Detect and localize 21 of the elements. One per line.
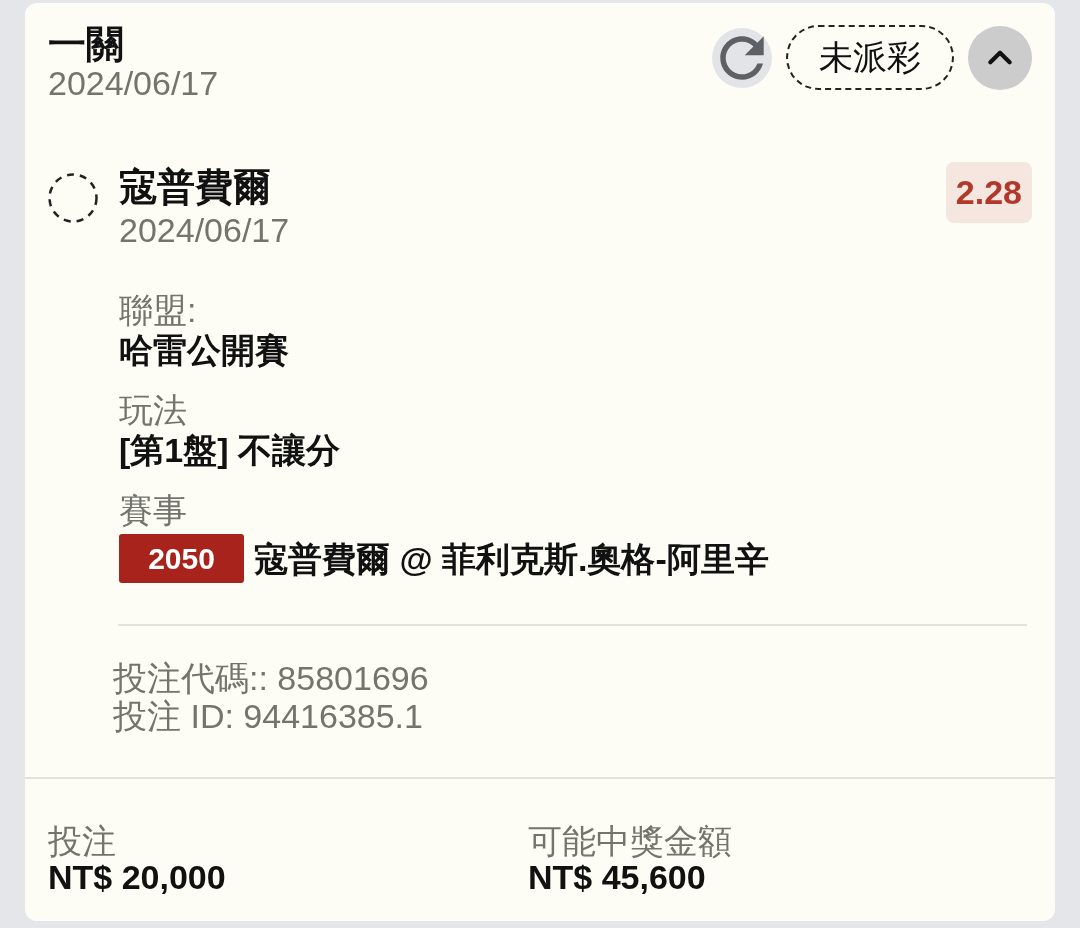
detail-value: [第1盤] 不讓分 xyxy=(119,430,340,470)
summary-amount: NT$ 45,600 xyxy=(528,859,706,895)
detail-label: 玩法 xyxy=(119,390,187,430)
bet-reference: 投注 ID: 94416385.1 xyxy=(113,697,423,735)
bet-type-title: 一關 xyxy=(48,23,124,65)
summary-label: 投注 xyxy=(48,823,116,859)
summary-label: 可能中獎金額 xyxy=(528,823,732,859)
odds-badge: 2.28 xyxy=(945,162,1032,223)
summary-amount: NT$ 20,000 xyxy=(48,859,226,895)
detail-label: 賽事 xyxy=(119,490,187,530)
selection-name: 寇普費爾 xyxy=(119,165,271,210)
bet-date: 2024/06/17 xyxy=(48,65,219,101)
detail-label: 聯盟: xyxy=(119,290,197,330)
refresh-icon xyxy=(720,35,764,80)
detail-value: 寇普費爾 @ 菲利克斯.奧格-阿里辛 xyxy=(254,538,769,579)
event-code-badge: 2050 xyxy=(119,534,244,583)
chevron-up-icon xyxy=(988,50,1012,65)
bet-reference: 投注代碼:: 85801696 xyxy=(113,659,429,697)
selection-date: 2024/06/17 xyxy=(119,210,290,250)
status-pill: 未派彩 xyxy=(786,25,954,90)
detail-value: 哈雷公開賽 xyxy=(119,330,289,370)
